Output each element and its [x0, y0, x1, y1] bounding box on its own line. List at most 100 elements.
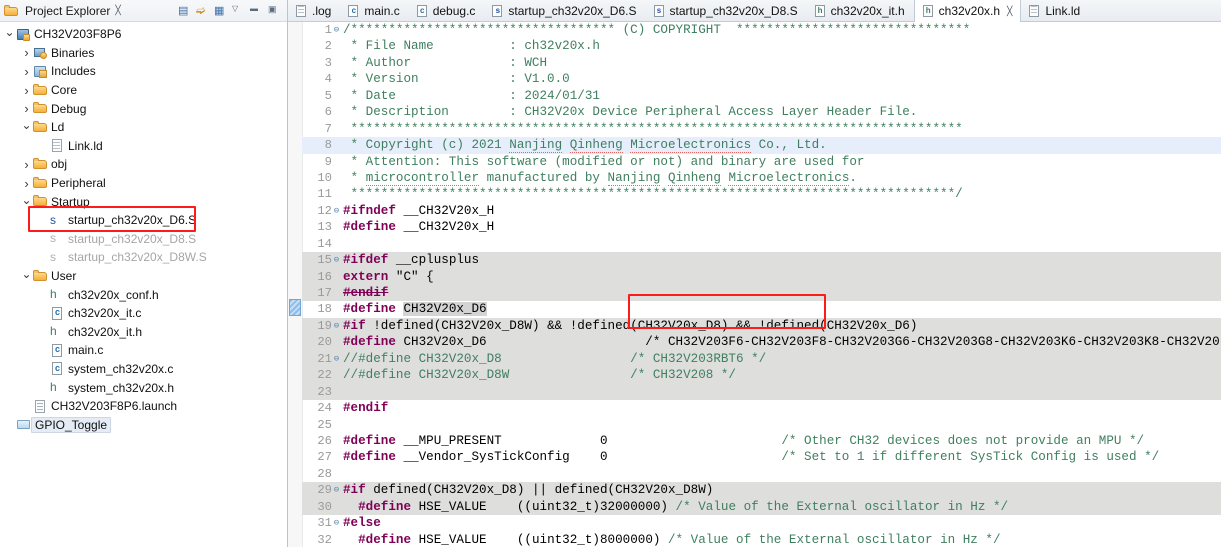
fs-icon — [50, 231, 65, 246]
tree-item[interactable]: system_ch32v20x.c — [0, 360, 287, 379]
file-icon — [416, 4, 429, 18]
code-line[interactable]: 11 *************************************… — [302, 186, 1221, 202]
chevron-right-icon[interactable] — [20, 102, 33, 115]
code-line[interactable]: 29 ⊖ #if defined(CH32V20x_D8) || defined(C… — [302, 482, 1221, 499]
chevron-down-icon[interactable] — [20, 121, 33, 133]
tree-item[interactable]: main.c — [0, 341, 287, 360]
editor-tab[interactable]: debug.c — [409, 0, 485, 21]
chevron-right-icon[interactable] — [20, 65, 33, 78]
fold-toggle-icon[interactable]: ⊖ — [332, 351, 341, 367]
code-line[interactable]: 30 #define HSE_VALUE ((uint32_t)32000000… — [302, 498, 1221, 516]
code-line[interactable]: 6 * Description : CH32V20x Device Periph… — [302, 104, 1221, 120]
tree-item[interactable]: startup_ch32v20x_D6.S — [0, 211, 287, 230]
chevron-right-icon[interactable] — [20, 177, 33, 190]
chevron-down-icon[interactable] — [20, 196, 33, 208]
code-line[interactable]: 15 ⊖ #ifdef __cplusplus — [302, 252, 1221, 269]
editor-tab[interactable]: Link.ld — [1021, 0, 1089, 21]
fold-toggle-icon[interactable]: ⊖ — [332, 203, 341, 219]
tab-close-icon[interactable]: ╳ — [1007, 6, 1012, 17]
code-line[interactable]: 7 **************************************… — [302, 121, 1221, 137]
tree-item[interactable]: Peripheral — [0, 174, 287, 193]
chevron-down-icon[interactable] — [20, 270, 33, 282]
editor-tab[interactable]: ch32v20x.h ╳ — [913, 0, 1022, 22]
tree-item[interactable]: Link.ld — [0, 137, 287, 156]
tree-item[interactable]: GPIO_Toggle — [0, 415, 287, 434]
code-line[interactable]: 14 — [302, 236, 1221, 252]
code-line[interactable]: 21 ⊖//#define CH32V20x_D8 /* CH32V203RBT6… — [302, 350, 1221, 368]
view-menu-icon[interactable]: ▦ — [214, 4, 227, 17]
code-line[interactable]: 32 #define HSE_VALUE ((uint32_t)8000000)… — [302, 532, 1221, 547]
code-line[interactable]: 10 * microcontroller manufactured by Nan… — [302, 170, 1221, 186]
link-with-editor-icon[interactable]: ➫ — [196, 4, 209, 17]
chevron-down-icon[interactable] — [3, 28, 16, 40]
chevron-right-icon[interactable] — [20, 158, 33, 171]
view-dropdown-icon[interactable]: ▽ — [232, 4, 245, 17]
tree-item[interactable]: Core — [0, 81, 287, 100]
chevron-right-icon[interactable] — [20, 46, 33, 59]
code-line[interactable]: 5 * Date : 2024/01/31 — [302, 88, 1221, 104]
code-line[interactable]: 26 #define __MPU_PRESENT 0 /* Other CH32 … — [302, 433, 1221, 449]
code-line[interactable]: 1 ⊖/*********************************** (… — [302, 22, 1221, 38]
editor-tab[interactable]: main.c — [340, 0, 408, 21]
code-line[interactable]: 18 #define CH32V20x_D6 — [302, 301, 1221, 317]
tree-item[interactable]: Binaries — [0, 44, 287, 63]
project-tree[interactable]: CH32V203F8P6 Binaries Includes Core Debug LdL… — [0, 22, 287, 434]
code-line[interactable]: 27 #define __Vendor_SysTickConfig 0 /* Se… — [302, 449, 1221, 465]
code-line[interactable]: 8 * Copyright (c) 2021 Nanjing Qinheng M… — [302, 137, 1221, 154]
code-line[interactable]: 3 * Author : WCH — [302, 55, 1221, 71]
line-number: 25 — [317, 417, 332, 432]
tree-item[interactable]: ch32v20x_it.c — [0, 304, 287, 323]
collapse-all-icon[interactable]: ▤ — [178, 4, 191, 17]
editor-tab[interactable]: startup_ch32v20x_D6.S — [484, 0, 645, 21]
tree-item[interactable]: Includes — [0, 62, 287, 81]
project-explorer-toolbar: ▤ ➫ ▦ ▽ ▬ ▣ — [178, 4, 285, 17]
source-editor[interactable]: 1 ⊖/*********************************** (… — [288, 22, 1221, 547]
tree-item[interactable]: startup_ch32v20x_D8.S — [0, 230, 287, 249]
editor-tab[interactable]: .log — [288, 0, 340, 21]
tree-item[interactable]: User — [0, 267, 287, 286]
tree-item[interactable]: Startup — [0, 192, 287, 211]
code-line[interactable]: 16 extern "C" { — [302, 268, 1221, 285]
minimize-icon[interactable]: ▬ — [250, 4, 263, 17]
fold-toggle-icon[interactable]: ⊖ — [332, 515, 341, 531]
launch-icon — [33, 399, 48, 414]
chevron-right-icon[interactable] — [20, 84, 33, 97]
code-line[interactable]: 9 * Attention: This software (modified o… — [302, 154, 1221, 170]
tree-item[interactable]: obj — [0, 155, 287, 174]
tree-item[interactable]: Debug — [0, 99, 287, 118]
editor-tab[interactable]: startup_ch32v20x_D8.S — [646, 0, 807, 21]
code-line[interactable]: 17 #endif — [302, 285, 1221, 302]
code-line[interactable]: 13 #define __CH32V20x_H — [302, 219, 1221, 235]
tree-item[interactable]: system_ch32v20x.h — [0, 378, 287, 397]
fold-toggle-icon[interactable]: ⊖ — [332, 252, 341, 268]
code-line[interactable]: 4 * Version : V1.0.0 — [302, 71, 1221, 87]
fold-toggle-icon[interactable]: ⊖ — [332, 318, 341, 334]
code-line[interactable]: 31 ⊖ #else — [302, 515, 1221, 531]
tree-item[interactable]: CH32V203F8P6.launch — [0, 397, 287, 416]
tree-item[interactable]: Ld — [0, 118, 287, 137]
tree-item[interactable]: ch32v20x_conf.h — [0, 285, 287, 304]
editor-tab-bar[interactable]: .log main.c debug.c startup_ch32v20x_D6.S st… — [288, 0, 1221, 22]
tree-item[interactable]: CH32V203F8P6 — [0, 25, 287, 44]
fold-toggle-icon[interactable]: ⊖ — [332, 482, 341, 498]
code-line[interactable]: 25 — [302, 417, 1221, 433]
fold-toggle-icon[interactable]: ⊖ — [332, 22, 341, 38]
tree-item-label: startup_ch32v20x_D8W.S — [68, 250, 207, 265]
code-line[interactable]: 12 ⊖ #ifndef __CH32V20x_H — [302, 203, 1221, 219]
code-lines[interactable]: 1 ⊖/*********************************** (… — [302, 22, 1221, 547]
code-line[interactable]: 20 #define CH32V20x_D6 /* CH32V203F6-CH32… — [302, 334, 1221, 351]
code-line[interactable]: 24 #endif — [302, 400, 1221, 416]
editor-tab[interactable]: ch32v20x_it.h — [807, 0, 914, 21]
line-number: 5 — [324, 88, 332, 103]
code-line[interactable]: 22 //#define CH32V20x_D8W /* CH32V208 */ — [302, 367, 1221, 384]
tree-item[interactable]: ch32v20x_it.h — [0, 323, 287, 342]
tree-item[interactable]: startup_ch32v20x_D8W.S — [0, 248, 287, 267]
maximize-icon[interactable]: ▣ — [268, 4, 281, 17]
code-line-text: #define CH32V20x_D6 — [343, 302, 487, 317]
code-line[interactable]: 19 ⊖ #if !defined(CH32V20x_D8W) && !define… — [302, 317, 1221, 335]
code-line[interactable]: 23 — [302, 383, 1221, 401]
close-icon[interactable]: ╳ — [115, 5, 120, 16]
code-line[interactable]: 2 * File Name : ch32v20x.h — [302, 38, 1221, 54]
ws-icon — [16, 417, 31, 432]
code-line[interactable]: 28 — [302, 466, 1221, 482]
